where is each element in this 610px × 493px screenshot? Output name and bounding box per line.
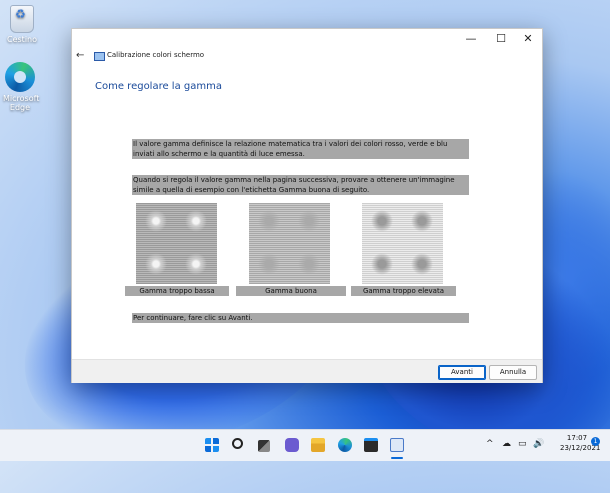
clock-date: 23/12/2021 — [560, 444, 601, 452]
continue-paragraph: Per continuare, fare clic su Avanti. — [132, 313, 469, 323]
window-title: Calibrazione colori schermo — [107, 51, 205, 59]
start-icon[interactable] — [205, 438, 219, 452]
volume-icon[interactable]: 🔊 — [533, 439, 544, 449]
close-button[interactable]: ✕ — [513, 29, 543, 49]
caption-gamma-good: Gamma buona — [236, 286, 346, 296]
active-app-indicator — [391, 457, 403, 459]
sample-dot — [411, 253, 433, 275]
back-arrow-icon[interactable]: ← — [76, 50, 84, 61]
taskbar: ^ ☁ ▭ 🔊 17:07 23/12/2021 1 — [0, 429, 610, 461]
edge-icon — [5, 62, 35, 92]
desktop-icon-label: Cestino — [7, 35, 37, 44]
clock[interactable]: 17:07 23/12/2021 — [560, 433, 601, 453]
sample-dot — [298, 253, 320, 275]
maximize-button[interactable]: ☐ — [486, 29, 516, 49]
task-view-icon[interactable] — [258, 440, 270, 452]
chat-icon[interactable] — [285, 438, 299, 452]
desktop-icon-label: Microsoft Edge — [3, 94, 40, 112]
caption-gamma-high: Gamma troppo elevata — [351, 286, 456, 296]
sample-dot — [371, 253, 393, 275]
nav-row: ← Calibrazione colori schermo — [72, 50, 542, 64]
store-icon[interactable] — [364, 438, 378, 452]
sample-dot — [145, 253, 167, 275]
window-footer: Avanti Annulla — [72, 359, 542, 383]
desktop-icon-edge[interactable]: Microsoft Edge — [0, 62, 46, 112]
notification-badge[interactable]: 1 — [591, 437, 600, 446]
clock-time: 17:07 — [566, 434, 588, 442]
minimize-button[interactable]: — — [456, 29, 486, 49]
monitor-icon — [94, 52, 105, 61]
sample-dot — [371, 210, 393, 232]
sample-dot — [298, 210, 320, 232]
desktop-icon-recycle-bin[interactable]: Cestino — [0, 5, 48, 44]
sample-dot — [258, 210, 280, 232]
sample-dot — [185, 210, 207, 232]
instruction-paragraph: Quando si regola il valore gamma nella p… — [132, 175, 469, 195]
file-explorer-icon[interactable] — [311, 438, 325, 452]
sample-dot — [258, 253, 280, 275]
recycle-bin-icon — [10, 5, 34, 33]
sample-dot — [185, 253, 207, 275]
search-icon[interactable] — [232, 438, 243, 449]
edge-icon[interactable] — [338, 438, 352, 452]
next-button[interactable]: Avanti — [438, 365, 486, 380]
display-icon[interactable]: ▭ — [518, 439, 527, 449]
gamma-sample-high — [362, 203, 443, 284]
sample-dot — [145, 210, 167, 232]
sample-dot — [411, 210, 433, 232]
calibration-window: — ☐ ✕ ← Calibrazione colori schermo Come… — [71, 28, 543, 383]
caption-gamma-low: Gamma troppo bassa — [125, 286, 229, 296]
display-calibration-icon[interactable] — [390, 438, 404, 452]
title-bar[interactable]: — ☐ ✕ — [72, 29, 542, 50]
chevron-up-icon[interactable]: ^ — [486, 439, 494, 449]
network-icon[interactable]: ☁ — [502, 439, 511, 449]
gamma-sample-low — [136, 203, 217, 284]
gamma-sample-good — [249, 203, 330, 284]
cancel-button[interactable]: Annulla — [489, 365, 537, 380]
page-heading: Come regolare la gamma — [95, 81, 222, 92]
intro-paragraph: Il valore gamma definisce la relazione m… — [132, 139, 469, 159]
